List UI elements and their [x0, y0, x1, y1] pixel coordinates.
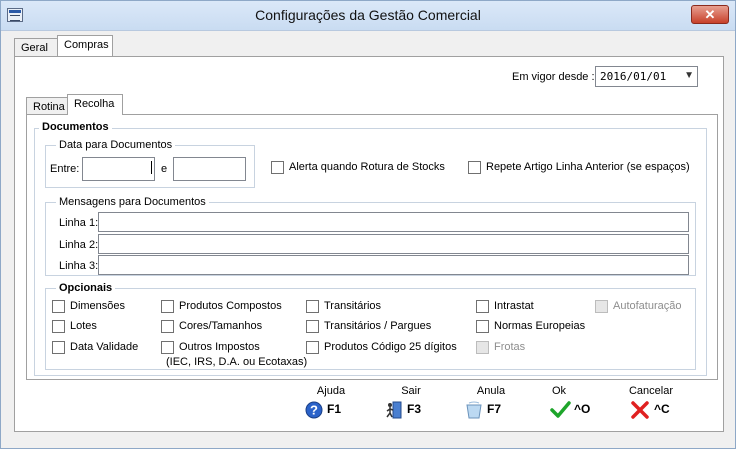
ok-caption: Ok: [551, 385, 567, 397]
ok-key: ^O: [574, 402, 591, 416]
tab-geral[interactable]: Geral: [14, 38, 58, 57]
checkbox-box[interactable]: [161, 300, 174, 313]
cancel-glass-icon: [466, 401, 482, 419]
ajuda-key: F1: [327, 402, 342, 416]
ok-button[interactable]: Ok ^O: [536, 385, 606, 425]
linha-3-input[interactable]: [98, 255, 689, 275]
title-bar: Configurações da Gestão Comercial ✕: [1, 1, 735, 31]
entre-label: Entre:: [50, 163, 80, 175]
em-vigor-label: Em vigor desde :: [512, 71, 595, 83]
e-label: e: [161, 163, 168, 175]
em-vigor-date-value: 2016/01/01: [600, 70, 667, 83]
window-title: Configurações da Gestão Comercial: [255, 7, 481, 23]
checkbox-box[interactable]: [476, 320, 489, 333]
documentos-title: Documentos: [39, 121, 112, 133]
sair-button[interactable]: Sair F3: [376, 385, 446, 425]
help-icon: ?: [305, 401, 323, 419]
data-documentos-title: Data para Documentos: [56, 139, 176, 151]
e-date-input[interactable]: [173, 157, 246, 181]
linha-2-label: Linha 2:: [59, 239, 99, 251]
cancelar-caption: Cancelar: [628, 385, 674, 397]
close-button[interactable]: ✕: [691, 5, 729, 24]
checkbox-box[interactable]: [271, 161, 284, 174]
checkbox-box[interactable]: [306, 300, 319, 313]
anula-caption: Anula: [476, 385, 506, 397]
linha-2-input[interactable]: [98, 234, 689, 254]
cancelar-button[interactable]: Cancelar ^C: [616, 385, 686, 425]
sair-key: F3: [407, 402, 422, 416]
mensagens-title: Mensagens para Documentos: [56, 196, 209, 208]
exit-door-icon: [386, 401, 402, 419]
checkbox-box[interactable]: [468, 161, 481, 174]
linha-1-input[interactable]: [98, 212, 689, 232]
text-caret: [151, 161, 152, 174]
outros-impostos-note: (IEC, IRS, D.A. ou Ecotaxas): [166, 356, 308, 368]
em-vigor-date-select[interactable]: 2016/01/01 ▼: [595, 66, 698, 87]
tab-compras[interactable]: Compras: [57, 35, 113, 56]
cancelar-key: ^C: [654, 402, 670, 416]
checkbox-box[interactable]: [52, 341, 65, 354]
opcionais-title: Opcionais: [56, 282, 116, 294]
window: Configurações da Gestão Comercial ✕ Gera…: [0, 0, 736, 449]
ajuda-caption: Ajuda: [316, 385, 346, 397]
chevron-down-icon[interactable]: ▼: [684, 70, 694, 81]
linha-3-label: Linha 3:: [59, 260, 99, 272]
checkbox-box: [595, 300, 608, 313]
tab-recolha[interactable]: Recolha: [67, 94, 123, 115]
sair-caption: Sair: [401, 385, 421, 397]
anula-key: F7: [487, 402, 502, 416]
checkbox-box[interactable]: [306, 341, 319, 354]
checkbox-box[interactable]: [476, 300, 489, 313]
checkbox-box: [476, 341, 489, 354]
entre-date-input[interactable]: [82, 157, 155, 181]
red-x-icon: [631, 401, 649, 419]
checkbox-box[interactable]: [161, 320, 174, 333]
checkbox-box[interactable]: [52, 320, 65, 333]
svg-text:?: ?: [310, 403, 318, 418]
checkbox-box[interactable]: [306, 320, 319, 333]
linha-1-label: Linha 1:: [59, 217, 99, 229]
ajuda-button[interactable]: Ajuda ? F1: [296, 385, 366, 425]
repete-artigo-label: Repete Artigo Linha Anterior (se espaços…: [486, 161, 690, 173]
check-icon: [550, 401, 571, 418]
alerta-rotura-label: Alerta quando Rotura de Stocks: [289, 161, 445, 173]
anula-button[interactable]: Anula F7: [456, 385, 526, 425]
checkbox-box[interactable]: [161, 341, 174, 354]
checkbox-box[interactable]: [52, 300, 65, 313]
